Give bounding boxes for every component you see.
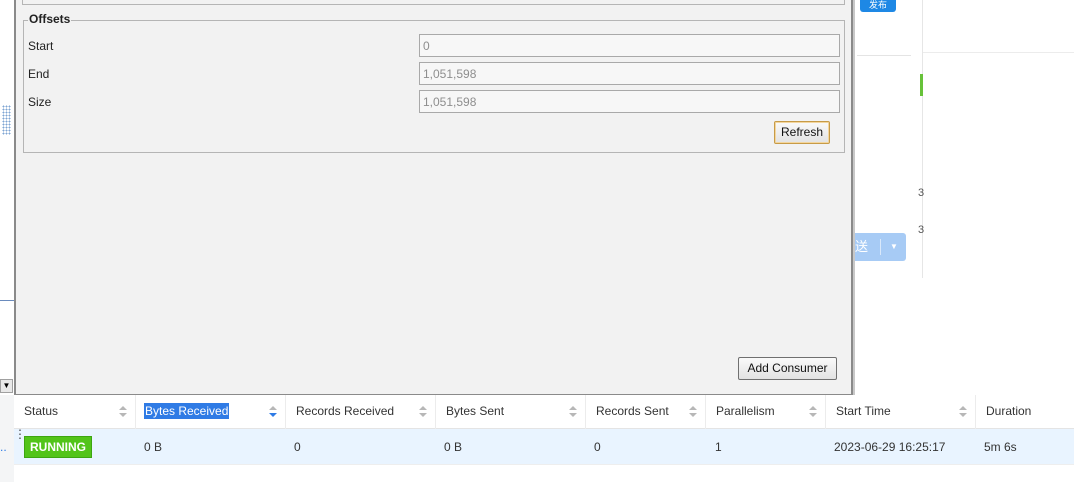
scroll-down-arrow-icon[interactable]: ▼	[0, 379, 13, 393]
column-header-label: Duration	[986, 404, 1032, 418]
table-row[interactable]: RUNNING 0 B 0 0 B 0 1 2023-06-29 16:25:1…	[14, 429, 1074, 464]
table-header: Status Bytes Received Records Received B…	[14, 395, 1074, 429]
dialog-top-section	[22, 0, 845, 5]
row-drag-handle-icon[interactable]: ⋮	[14, 428, 26, 440]
background-send-dropdown-button[interactable]: 送 ▼	[852, 233, 906, 261]
end-label: End	[28, 67, 50, 81]
background-divider	[922, 52, 1074, 53]
size-label: Size	[28, 95, 52, 109]
dropdown-divider	[880, 239, 881, 255]
column-header-label: Records Sent	[596, 404, 669, 418]
offsets-legend: Offsets	[28, 12, 72, 26]
sort-icon[interactable]	[119, 406, 127, 418]
background-panel-lower	[852, 278, 922, 395]
background-separator	[857, 55, 911, 56]
chevron-down-icon: ▼	[890, 242, 898, 251]
start-offset-field[interactable]	[419, 34, 840, 57]
sort-icon[interactable]	[959, 406, 967, 418]
background-digit: 3	[918, 224, 925, 236]
cell-duration: 5m 6s	[984, 440, 1017, 454]
column-header-label: Records Received	[296, 404, 395, 418]
background-top-button[interactable]: 发布	[860, 0, 896, 12]
column-header-records-received[interactable]: Records Received	[286, 395, 436, 429]
refresh-button[interactable]: Refresh	[774, 121, 830, 144]
background-status-bar	[920, 74, 923, 96]
column-header-label: Bytes Received	[144, 403, 230, 419]
cell-start-time: 2023-06-29 16:25:17	[834, 440, 946, 454]
cell-bytes-sent: 0 B	[444, 440, 463, 454]
left-scroll-panel: ▼	[0, 0, 15, 395]
column-header-start-time[interactable]: Start Time	[826, 395, 976, 429]
sort-icon[interactable]	[809, 406, 817, 418]
column-header-label: Parallelism	[716, 404, 775, 418]
size-offset-field[interactable]	[419, 90, 840, 113]
consumer-dialog: Offsets Start End Size Refresh Add Consu…	[14, 0, 853, 396]
start-label: Start	[28, 39, 54, 53]
background-digit: 3	[918, 187, 925, 199]
status-badge: RUNNING	[24, 436, 92, 458]
cell-records-sent: 0	[594, 440, 601, 454]
sort-icon[interactable]	[419, 406, 427, 418]
column-header-status[interactable]: Status	[14, 395, 136, 429]
column-header-duration[interactable]: Duration	[976, 395, 1074, 429]
table-body-empty	[14, 464, 1074, 482]
column-header-label: Status	[24, 404, 59, 418]
column-header-label: Bytes Sent	[446, 404, 505, 418]
splitter-grip-icon[interactable]	[2, 105, 11, 135]
background-top-button-label: 发布	[868, 0, 887, 10]
sort-icon[interactable]	[689, 406, 697, 418]
add-consumer-button[interactable]: Add Consumer	[738, 357, 837, 380]
background-send-button-label: 送	[855, 239, 869, 254]
cell-records-received: 0	[294, 440, 301, 454]
more-icon[interactable]: ..	[0, 440, 7, 454]
column-header-bytes-sent[interactable]: Bytes Sent	[436, 395, 586, 429]
left-panel-line	[0, 300, 14, 301]
sort-icon[interactable]	[569, 406, 577, 418]
column-header-parallelism[interactable]: Parallelism	[706, 395, 826, 429]
background-side-panel: 发布 3 3 送 ▼	[852, 0, 925, 278]
sort-desc-icon[interactable]	[269, 406, 277, 418]
column-header-records-sent[interactable]: Records Sent	[586, 395, 706, 429]
background-panel	[922, 0, 1074, 395]
cell-bytes-received: 0 B	[144, 440, 163, 454]
column-header-bytes-received[interactable]: Bytes Received	[136, 395, 286, 429]
cell-parallelism: 1	[715, 440, 722, 454]
column-header-label: Start Time	[836, 404, 891, 418]
end-offset-field[interactable]	[419, 62, 840, 85]
